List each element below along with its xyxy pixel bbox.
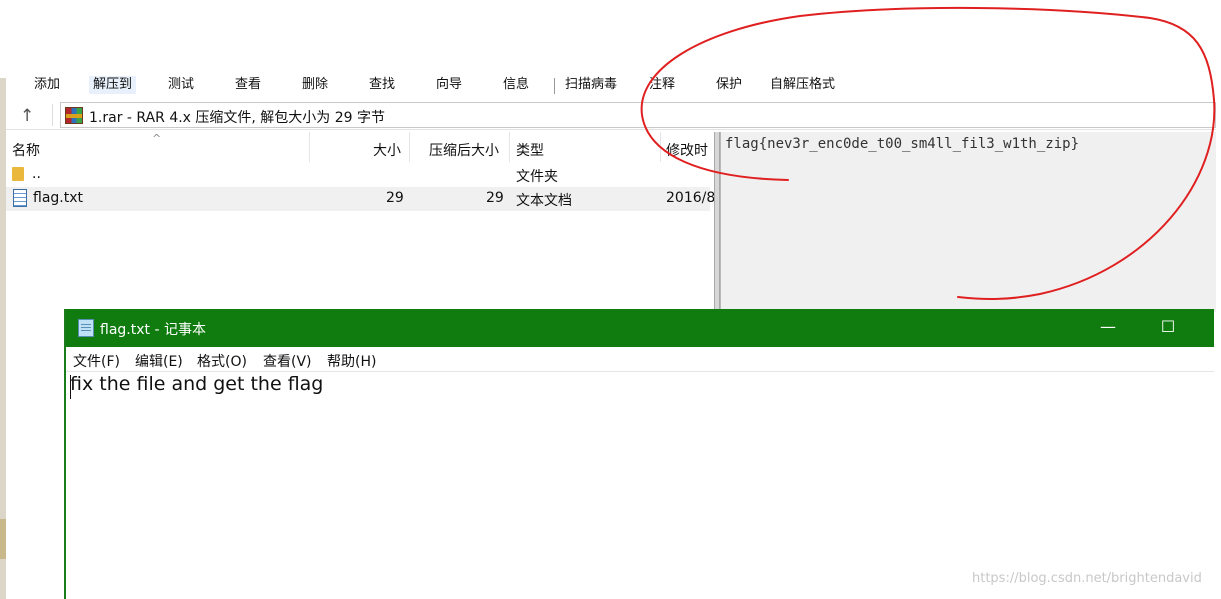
archive-path-field[interactable]: 1.rar - RAR 4.x 压缩文件, 解包大小为 29 字节 [60, 102, 1216, 128]
menu-help[interactable]: 帮助(H) [327, 351, 376, 371]
folder-icon [12, 167, 24, 181]
toolbar-view-button[interactable]: 查看 [235, 76, 261, 94]
toolbar-extract-to-button[interactable]: 解压到 [89, 76, 137, 94]
file-row-flag-txt[interactable]: flag.txt 29 29 文本文档 2016/8 [6, 187, 715, 211]
blog-watermark: https://blog.csdn.net/brightendavid [972, 571, 1202, 586]
column-type-header[interactable]: 类型 [516, 140, 544, 160]
menu-file[interactable]: 文件(F) [73, 351, 120, 371]
maximize-icon[interactable]: ☐ [1158, 317, 1178, 337]
up-one-level-icon[interactable]: ↑ [20, 106, 34, 126]
row-name: .. [32, 166, 41, 182]
row-modified: 2016/8 [666, 190, 716, 206]
text-file-icon [13, 189, 27, 207]
toolbar-protect-button[interactable]: 保护 [716, 76, 742, 94]
winrar-address-bar: ↑ 1.rar - RAR 4.x 压缩文件, 解包大小为 29 字节 [6, 100, 1216, 130]
sort-ascending-icon: ^ [152, 132, 162, 145]
column-size-header[interactable]: 大小 [373, 140, 401, 160]
screenshot-stage: 添加 解压到 测试 查看 删除 查找 向导 信息 扫描病毒 注释 保护 自解压格… [0, 0, 1221, 599]
column-divider[interactable] [409, 132, 410, 162]
menu-view[interactable]: 查看(V) [263, 351, 312, 371]
toolbar-wizard-button[interactable]: 向导 [436, 76, 462, 94]
winrar-toolbar: 添加 解压到 测试 查看 删除 查找 向导 信息 扫描病毒 注释 保护 自解压格… [6, 70, 1216, 100]
minimize-icon[interactable]: — [1098, 317, 1118, 337]
notepad-icon [78, 319, 94, 337]
row-name: flag.txt [33, 190, 83, 206]
column-packed-header[interactable]: 压缩后大小 [429, 140, 499, 160]
notepad-titlebar[interactable]: flag.txt - 记事本 — ☐ [66, 309, 1214, 347]
notepad-window: flag.txt - 记事本 — ☐ 文件(F) 编辑(E) 格式(O) 查看(… [64, 309, 1214, 599]
toolbar-info-button[interactable]: 信息 [503, 76, 529, 94]
notepad-text-area[interactable]: fix the file and get the flag [70, 373, 323, 395]
address-divider [52, 104, 53, 126]
toolbar-comment-button[interactable]: 注释 [649, 76, 675, 94]
column-divider[interactable] [309, 132, 310, 162]
column-divider[interactable] [509, 132, 510, 162]
file-list-pane: 名称 ^ 大小 压缩后大小 类型 修改时 .. 文件夹 flag.txt 29 … [6, 132, 715, 312]
row-packed-size: 29 [486, 190, 504, 206]
toolbar-separator [554, 78, 555, 94]
toolbar-test-button[interactable]: 测试 [168, 76, 194, 94]
column-divider[interactable] [660, 132, 661, 162]
column-name-header[interactable]: 名称 [12, 140, 40, 160]
archive-path-text: 1.rar - RAR 4.x 压缩文件, 解包大小为 29 字节 [89, 110, 386, 126]
toolbar-find-button[interactable]: 查找 [369, 76, 395, 94]
menu-format[interactable]: 格式(O) [197, 351, 247, 371]
notepad-menubar: 文件(F) 编辑(E) 格式(O) 查看(V) 帮助(H) [66, 347, 1214, 372]
preview-content: flag{nev3r_enc0de_t00_sm4ll_fil3_w1th_zi… [725, 136, 1080, 152]
file-preview-pane: flag{nev3r_enc0de_t00_sm4ll_fil3_w1th_zi… [720, 132, 1216, 312]
rar-archive-icon [65, 107, 83, 124]
toolbar-sfx-button[interactable]: 自解压格式 [770, 76, 835, 94]
row-size: 29 [386, 190, 404, 206]
file-row-parent-folder[interactable]: .. 文件夹 [6, 163, 710, 187]
column-modified-header[interactable]: 修改时 [666, 140, 708, 160]
row-type: 文件夹 [516, 169, 558, 185]
toolbar-add-button[interactable]: 添加 [34, 76, 60, 94]
toolbar-delete-button[interactable]: 删除 [302, 76, 328, 94]
toolbar-virus-scan-button[interactable]: 扫描病毒 [565, 76, 617, 94]
file-list-header: 名称 ^ 大小 压缩后大小 类型 修改时 [6, 132, 710, 162]
row-type: 文本文档 [516, 193, 572, 209]
notepad-window-title: flag.txt - 记事本 [100, 322, 206, 338]
file-row-parent[interactable] [6, 231, 710, 255]
menu-edit[interactable]: 编辑(E) [135, 351, 183, 371]
